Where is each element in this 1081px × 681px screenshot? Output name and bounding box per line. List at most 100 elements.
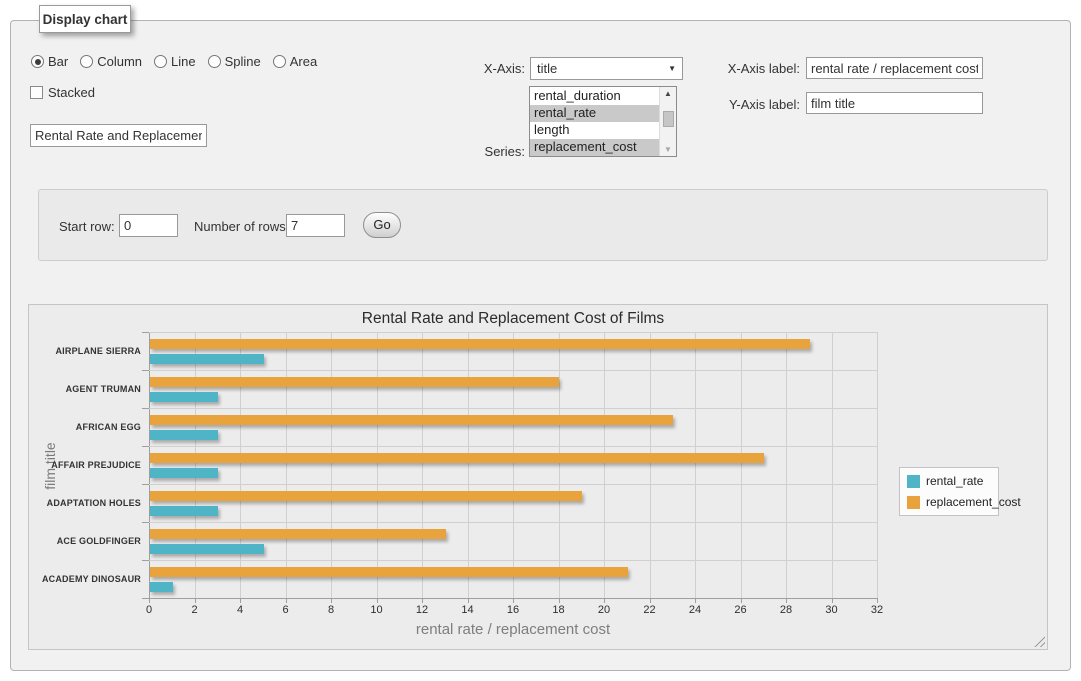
y-tick — [142, 332, 149, 333]
number-of-rows-input[interactable] — [286, 214, 345, 237]
rental_rate-bar — [150, 582, 173, 592]
chart-type-radio-area[interactable]: Area — [273, 54, 317, 69]
series-option-rental_rate[interactable]: rental_rate — [530, 105, 659, 122]
gridline — [650, 332, 651, 598]
gridline — [468, 332, 469, 598]
gridline — [604, 332, 605, 598]
x-axis-label-input[interactable] — [806, 57, 983, 79]
scroll-down-icon[interactable]: ▼ — [660, 143, 676, 156]
x-tick-label: 12 — [402, 604, 442, 616]
replacement_cost-bar — [150, 491, 582, 501]
gridline — [149, 408, 877, 409]
chart-type-radio-column[interactable]: Column — [80, 54, 142, 69]
legend-item-rental_rate[interactable]: rental_rate — [907, 474, 991, 488]
chart-title-input[interactable] — [30, 124, 207, 147]
radio-label: Bar — [48, 54, 68, 69]
radio-label: Spline — [225, 54, 261, 69]
legend-item-replacement_cost[interactable]: replacement_cost — [907, 495, 991, 509]
chart-title: Rental Rate and Replacement Cost of Film… — [29, 310, 997, 328]
radio-label: Area — [290, 54, 317, 69]
number-of-rows-label: Number of rows: — [194, 219, 289, 234]
series-option-rental_duration[interactable]: rental_duration — [530, 88, 659, 105]
chart-type-radio-spline[interactable]: Spline — [208, 54, 261, 69]
rental_rate-bar — [150, 544, 264, 554]
row-range-panel: Start row: Number of rows: Go — [38, 189, 1048, 261]
x-axis-select[interactable]: title ▼ — [530, 57, 683, 80]
x-axis-line — [149, 598, 877, 599]
gridline — [741, 332, 742, 598]
replacement_cost-bar — [150, 377, 559, 387]
series-option-replacement_cost[interactable]: replacement_cost — [530, 139, 659, 156]
y-axis-label-input[interactable] — [806, 92, 983, 114]
gridline — [559, 332, 560, 598]
gridline — [286, 332, 287, 598]
gridline — [149, 560, 877, 561]
x-tick-label: 24 — [675, 604, 715, 616]
y-tick — [142, 522, 149, 523]
y-tick — [142, 560, 149, 561]
gridline — [149, 484, 877, 485]
x-tick-label: 32 — [857, 604, 897, 616]
y-tick — [142, 370, 149, 371]
replacement_cost-bar — [150, 453, 764, 463]
stacked-checkbox[interactable] — [30, 86, 43, 99]
gridline — [832, 332, 833, 598]
x-tick-label: 18 — [539, 604, 579, 616]
series-option-length[interactable]: length — [530, 122, 659, 139]
radio-icon[interactable] — [80, 55, 93, 68]
gridline — [240, 332, 241, 598]
y-tick — [142, 484, 149, 485]
chart-type-radio-line[interactable]: Line — [154, 54, 196, 69]
rental_rate-bar — [150, 430, 218, 440]
series-multiselect[interactable]: rental_durationrental_ratelengthreplacem… — [529, 86, 677, 157]
gridline — [377, 332, 378, 598]
start-row-input[interactable] — [119, 214, 178, 237]
radio-icon[interactable] — [208, 55, 221, 68]
radio-icon[interactable] — [31, 55, 44, 68]
chart-panel: Rental Rate and Replacement Cost of Film… — [28, 304, 1048, 650]
y-tick — [142, 408, 149, 409]
radio-icon[interactable] — [273, 55, 286, 68]
resize-handle-icon[interactable] — [1034, 636, 1045, 647]
category-label: AGENT TRUMAN — [33, 370, 141, 408]
x-tick-label: 16 — [493, 604, 533, 616]
x-tick-label: 0 — [129, 604, 169, 616]
gridline — [195, 332, 196, 598]
category-label: AFFAIR PREJUDICE — [33, 446, 141, 484]
x-tick-label: 30 — [812, 604, 852, 616]
stacked-checkbox-row[interactable]: Stacked — [30, 85, 95, 100]
y-tick — [142, 446, 149, 447]
gridline — [331, 332, 332, 598]
category-label: AIRPLANE SIERRA — [33, 332, 141, 370]
scrollbar-thumb[interactable] — [663, 111, 674, 127]
replacement_cost-bar — [150, 529, 446, 539]
chart-legend: rental_rate replacement_cost — [899, 467, 999, 516]
category-label: AFRICAN EGG — [33, 408, 141, 446]
gridline — [877, 332, 878, 598]
x-tick-label: 8 — [311, 604, 351, 616]
gridline — [513, 332, 514, 598]
chart-type-radio-bar[interactable]: Bar — [31, 54, 68, 69]
fieldset-legend: Display chart — [39, 5, 131, 33]
x-axis-select-label: X-Axis: — [400, 61, 525, 76]
category-label: ADAPTATION HOLES — [33, 484, 141, 522]
go-button[interactable]: Go — [363, 212, 401, 238]
rental_rate-bar — [150, 354, 264, 364]
gridline — [149, 446, 877, 447]
radio-icon[interactable] — [154, 55, 167, 68]
x-tick-label: 2 — [175, 604, 215, 616]
x-tick-label: 4 — [220, 604, 260, 616]
legend-swatch — [907, 475, 920, 488]
y-axis-label-label: Y-Axis label: — [670, 97, 800, 112]
rental_rate-bar — [150, 392, 218, 402]
rental_rate-bar — [150, 468, 218, 478]
x-tick-label: 10 — [357, 604, 397, 616]
y-tick — [142, 598, 149, 599]
legend-label: rental_rate — [926, 474, 983, 488]
legend-label: replacement_cost — [926, 495, 1021, 509]
radio-label: Line — [171, 54, 196, 69]
stacked-label: Stacked — [48, 85, 95, 100]
x-axis-select-value: title — [537, 61, 557, 76]
x-tick-label: 14 — [448, 604, 488, 616]
fieldset-legend-label: Display chart — [43, 12, 128, 27]
